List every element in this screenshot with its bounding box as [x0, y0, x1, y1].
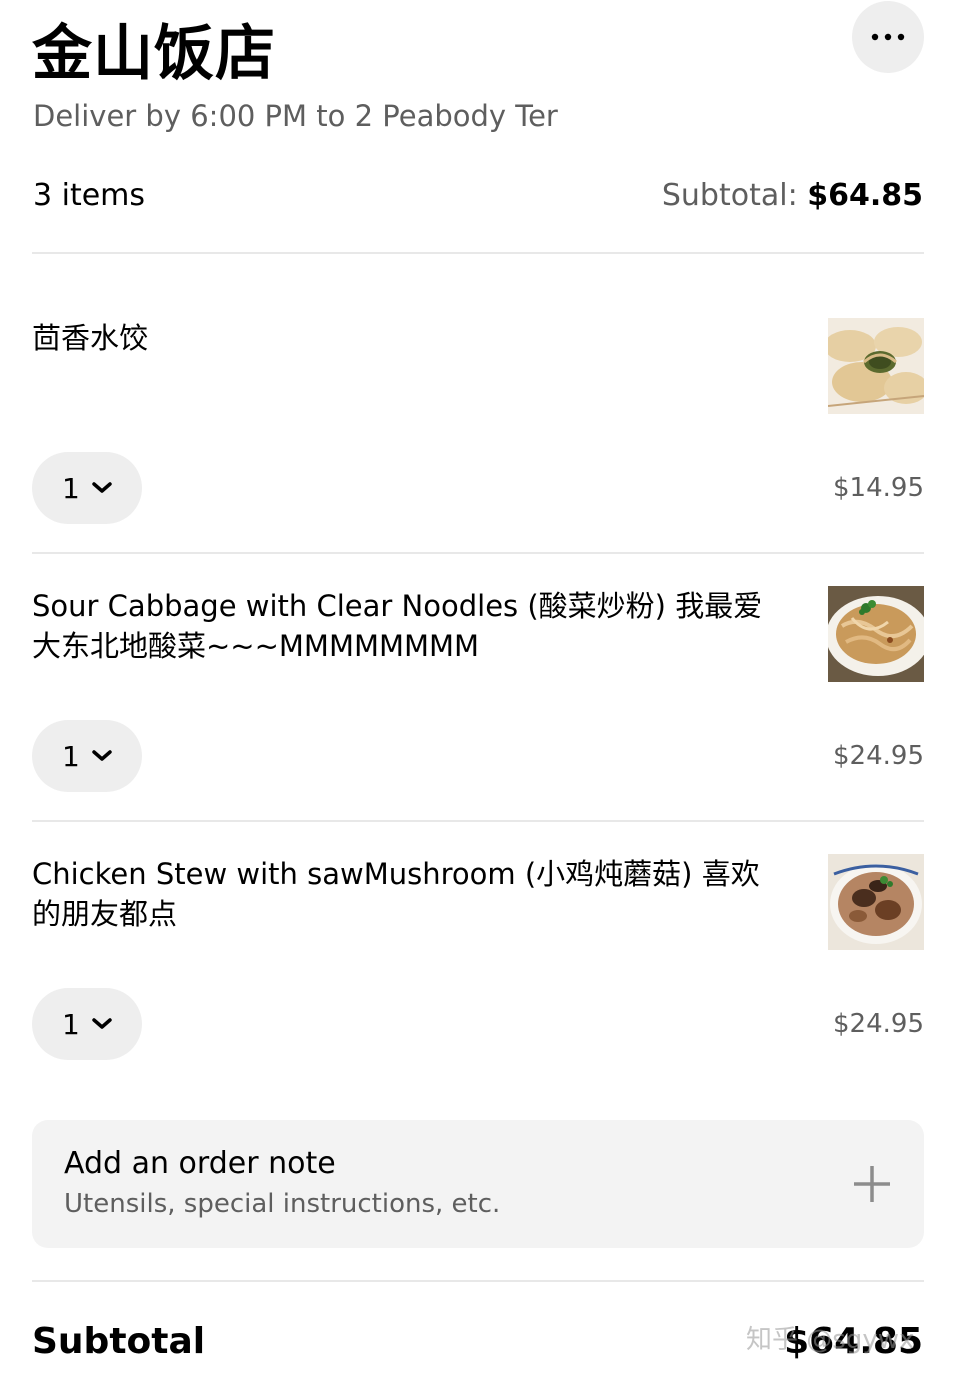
quantity-selector[interactable]: 1	[32, 988, 142, 1060]
subtotal-label: Subtotal:	[661, 178, 808, 213]
chevron-down-icon	[92, 750, 112, 761]
cart-item: 茴香水饺 1 $14.95	[32, 318, 924, 586]
item-name[interactable]: Chicken Stew with sawMushroom (小鸡炖蘑菇) 喜欢…	[32, 854, 777, 934]
item-count: 3 items	[33, 178, 146, 213]
chevron-down-icon	[92, 482, 112, 493]
subtotal-value: $64.85	[807, 178, 923, 213]
item-name[interactable]: Sour Cabbage with Clear Noodles (酸菜炒粉) 我…	[32, 586, 777, 666]
cart-item: Sour Cabbage with Clear Noodles (酸菜炒粉) 我…	[32, 586, 924, 854]
watermark: 知乎 @sgywx	[746, 1325, 915, 1355]
item-price: $14.95	[833, 473, 924, 503]
item-name[interactable]: 茴香水饺	[32, 318, 777, 358]
plus-icon	[854, 1166, 890, 1202]
divider	[32, 252, 924, 254]
order-note-hint: Utensils, special instructions, etc.	[64, 1189, 501, 1219]
cart-page: 金山饭店 Deliver by 6:00 PM to 2 Peabody Ter…	[0, 0, 956, 1382]
item-image-sour-cabbage-noodles[interactable]	[828, 586, 924, 682]
divider	[32, 552, 924, 554]
quantity-selector[interactable]: 1	[32, 720, 142, 792]
quantity-value: 1	[62, 471, 80, 505]
summary-subtotal: Subtotal: $64.85	[662, 176, 923, 216]
divider	[32, 1280, 924, 1282]
item-price: $24.95	[833, 1009, 924, 1039]
quantity-value: 1	[62, 1007, 80, 1041]
more-options-button[interactable]	[852, 1, 924, 73]
item-image-dumplings[interactable]	[828, 318, 924, 414]
quantity-selector[interactable]: 1	[32, 452, 142, 524]
footer-subtotal-label: Subtotal	[32, 1321, 206, 1362]
chevron-down-icon	[92, 1018, 112, 1029]
add-order-note-button[interactable]: Add an order note Utensils, special inst…	[32, 1120, 924, 1248]
delivery-info: Deliver by 6:00 PM to 2 Peabody Ter	[33, 99, 558, 133]
restaurant-title: 金山饭店	[32, 19, 276, 89]
order-note-title: Add an order note	[64, 1146, 336, 1181]
item-price: $24.95	[833, 741, 924, 771]
cart-item: Chicken Stew with sawMushroom (小鸡炖蘑菇) 喜欢…	[32, 854, 924, 1122]
item-image-chicken-mushroom-stew[interactable]	[828, 854, 924, 950]
quantity-value: 1	[62, 739, 80, 773]
more-horizontal-icon	[871, 33, 905, 41]
divider	[32, 820, 924, 822]
